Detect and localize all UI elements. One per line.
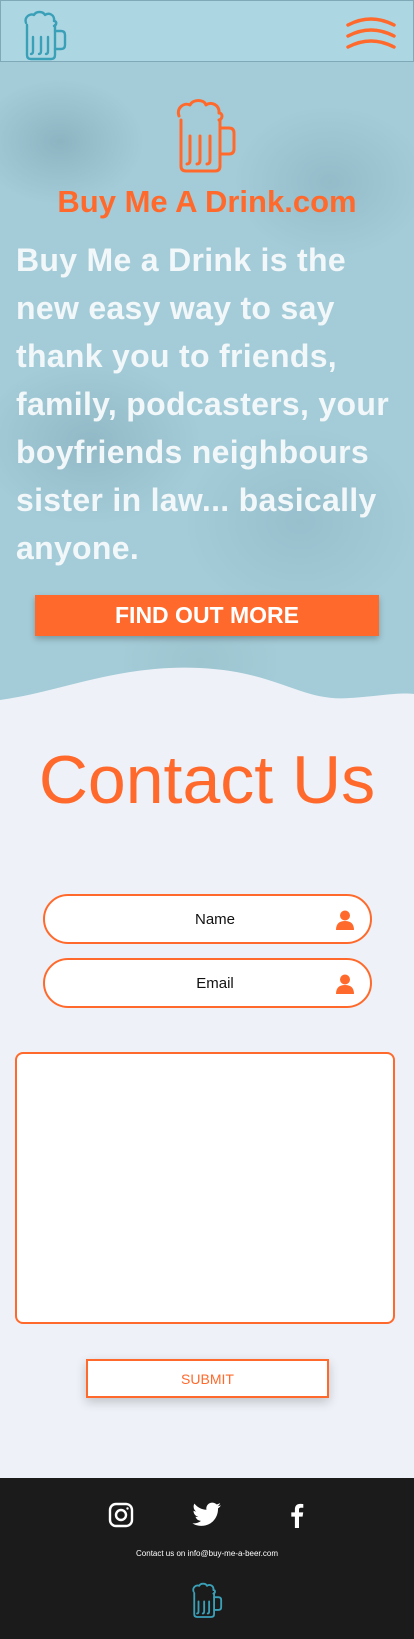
message-textarea[interactable] bbox=[15, 1052, 395, 1324]
beer-mug-icon bbox=[176, 99, 236, 173]
brand-title: Buy Me A Drink.com bbox=[57, 184, 357, 219]
submit-button[interactable]: SUBMIT bbox=[86, 1359, 329, 1398]
contact-title: Contact Us bbox=[38, 742, 376, 818]
twitter-icon[interactable] bbox=[192, 1502, 222, 1528]
facebook-icon[interactable] bbox=[284, 1502, 310, 1528]
email-input[interactable] bbox=[65, 960, 325, 1006]
footer-contact-text: Contact us on info@buy-me-a-beer.com bbox=[136, 1549, 278, 1558]
user-icon bbox=[336, 910, 354, 930]
instagram-icon[interactable] bbox=[108, 1502, 134, 1528]
beer-mug-icon[interactable] bbox=[21, 9, 69, 61]
hero-section: Buy Me A Drink.com Buy Me a Drink is the… bbox=[0, 62, 414, 722]
email-field bbox=[43, 958, 372, 1008]
find-out-more-button[interactable]: FIND OUT MORE bbox=[35, 595, 379, 636]
beer-mug-icon bbox=[192, 1582, 223, 1618]
hero-tagline: Buy Me a Drink is the new easy way to sa… bbox=[16, 242, 389, 566]
wave-divider bbox=[0, 667, 414, 722]
hamburger-menu-icon[interactable] bbox=[345, 17, 397, 53]
name-field bbox=[43, 894, 372, 944]
top-navbar bbox=[0, 0, 414, 62]
name-input[interactable] bbox=[65, 896, 325, 942]
footer: Contact us on info@buy-me-a-beer.com bbox=[0, 1478, 414, 1639]
user-icon bbox=[336, 974, 354, 994]
